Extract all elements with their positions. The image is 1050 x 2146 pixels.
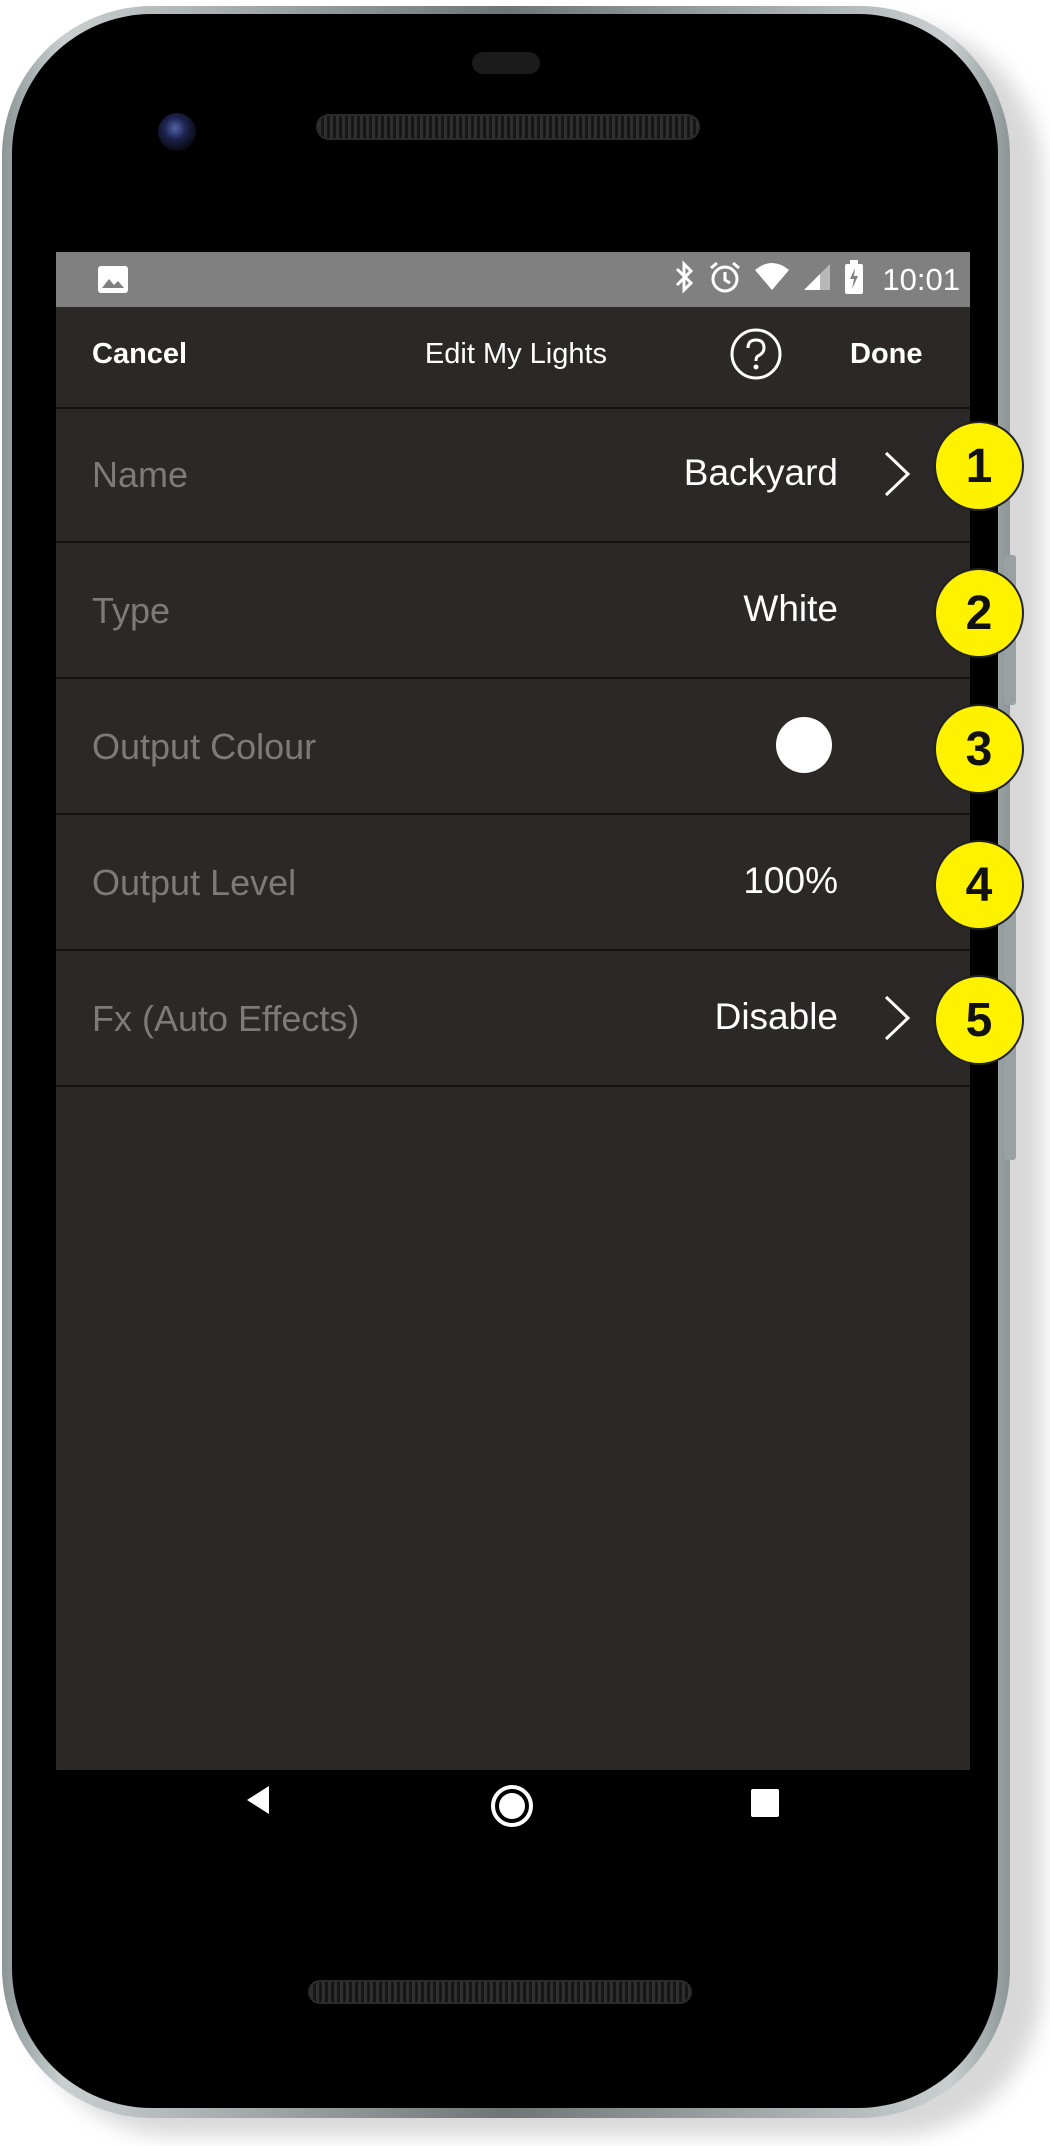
help-circle-icon bbox=[730, 328, 782, 380]
setting-label: Output Level bbox=[92, 862, 297, 903]
cancel-button[interactable]: Cancel bbox=[92, 338, 187, 371]
bluetooth-icon bbox=[674, 260, 696, 299]
callout-badge: 4 bbox=[934, 840, 1024, 930]
setting-row-output-level[interactable]: Output Level 100% bbox=[56, 815, 970, 951]
status-icons: 10:01 bbox=[674, 252, 960, 307]
proximity-sensor bbox=[472, 52, 540, 74]
help-button[interactable] bbox=[729, 327, 783, 381]
setting-row-fx[interactable]: Fx (Auto Effects) Disable bbox=[56, 951, 970, 1087]
recent-apps-icon[interactable] bbox=[750, 1788, 780, 1823]
settings-list: Name Backyard Type White Output Colour O… bbox=[56, 407, 970, 1087]
setting-row-type[interactable]: Type White bbox=[56, 543, 970, 679]
device-mockup: 10:01 Cancel Edit My Lights Done Name Ba… bbox=[0, 0, 1050, 2146]
home-icon[interactable] bbox=[488, 1782, 536, 1835]
status-bar: 10:01 bbox=[56, 252, 970, 307]
setting-label: Type bbox=[92, 590, 171, 631]
setting-row-output-colour[interactable]: Output Colour bbox=[56, 679, 970, 815]
callout-badge: 1 bbox=[934, 421, 1024, 511]
colour-swatch[interactable] bbox=[776, 717, 832, 773]
setting-label: Fx (Auto Effects) bbox=[92, 998, 360, 1039]
wifi-icon bbox=[754, 262, 790, 297]
alarm-icon bbox=[708, 260, 742, 299]
chevron-right-icon bbox=[884, 451, 911, 497]
setting-value: Disable bbox=[714, 996, 838, 1037]
callout-badge: 3 bbox=[934, 704, 1024, 794]
callout-badge: 2 bbox=[934, 568, 1024, 658]
setting-label: Output Colour bbox=[92, 726, 317, 767]
front-camera bbox=[158, 113, 196, 151]
app-bar: Cancel Edit My Lights Done bbox=[56, 307, 970, 409]
page-title: Edit My Lights bbox=[424, 338, 608, 370]
signal-icon bbox=[802, 262, 832, 297]
done-button[interactable]: Done bbox=[850, 338, 923, 371]
setting-value: Backyard bbox=[683, 452, 838, 493]
earpiece-speaker bbox=[316, 114, 700, 140]
image-icon bbox=[98, 266, 128, 298]
setting-value: 100% bbox=[743, 860, 838, 901]
callout-badge: 5 bbox=[934, 975, 1024, 1065]
status-time: 10:01 bbox=[882, 261, 960, 297]
chevron-right-icon bbox=[884, 995, 911, 1041]
back-icon[interactable] bbox=[243, 1783, 273, 1822]
setting-value: White bbox=[743, 588, 838, 629]
phone-screen: 10:01 Cancel Edit My Lights Done Name Ba… bbox=[56, 252, 970, 1858]
setting-label: Name bbox=[92, 454, 189, 495]
setting-row-name[interactable]: Name Backyard bbox=[56, 407, 970, 543]
battery-charging-icon bbox=[844, 260, 864, 299]
bottom-speaker bbox=[308, 1980, 692, 2004]
navigation-bar bbox=[56, 1770, 970, 1858]
